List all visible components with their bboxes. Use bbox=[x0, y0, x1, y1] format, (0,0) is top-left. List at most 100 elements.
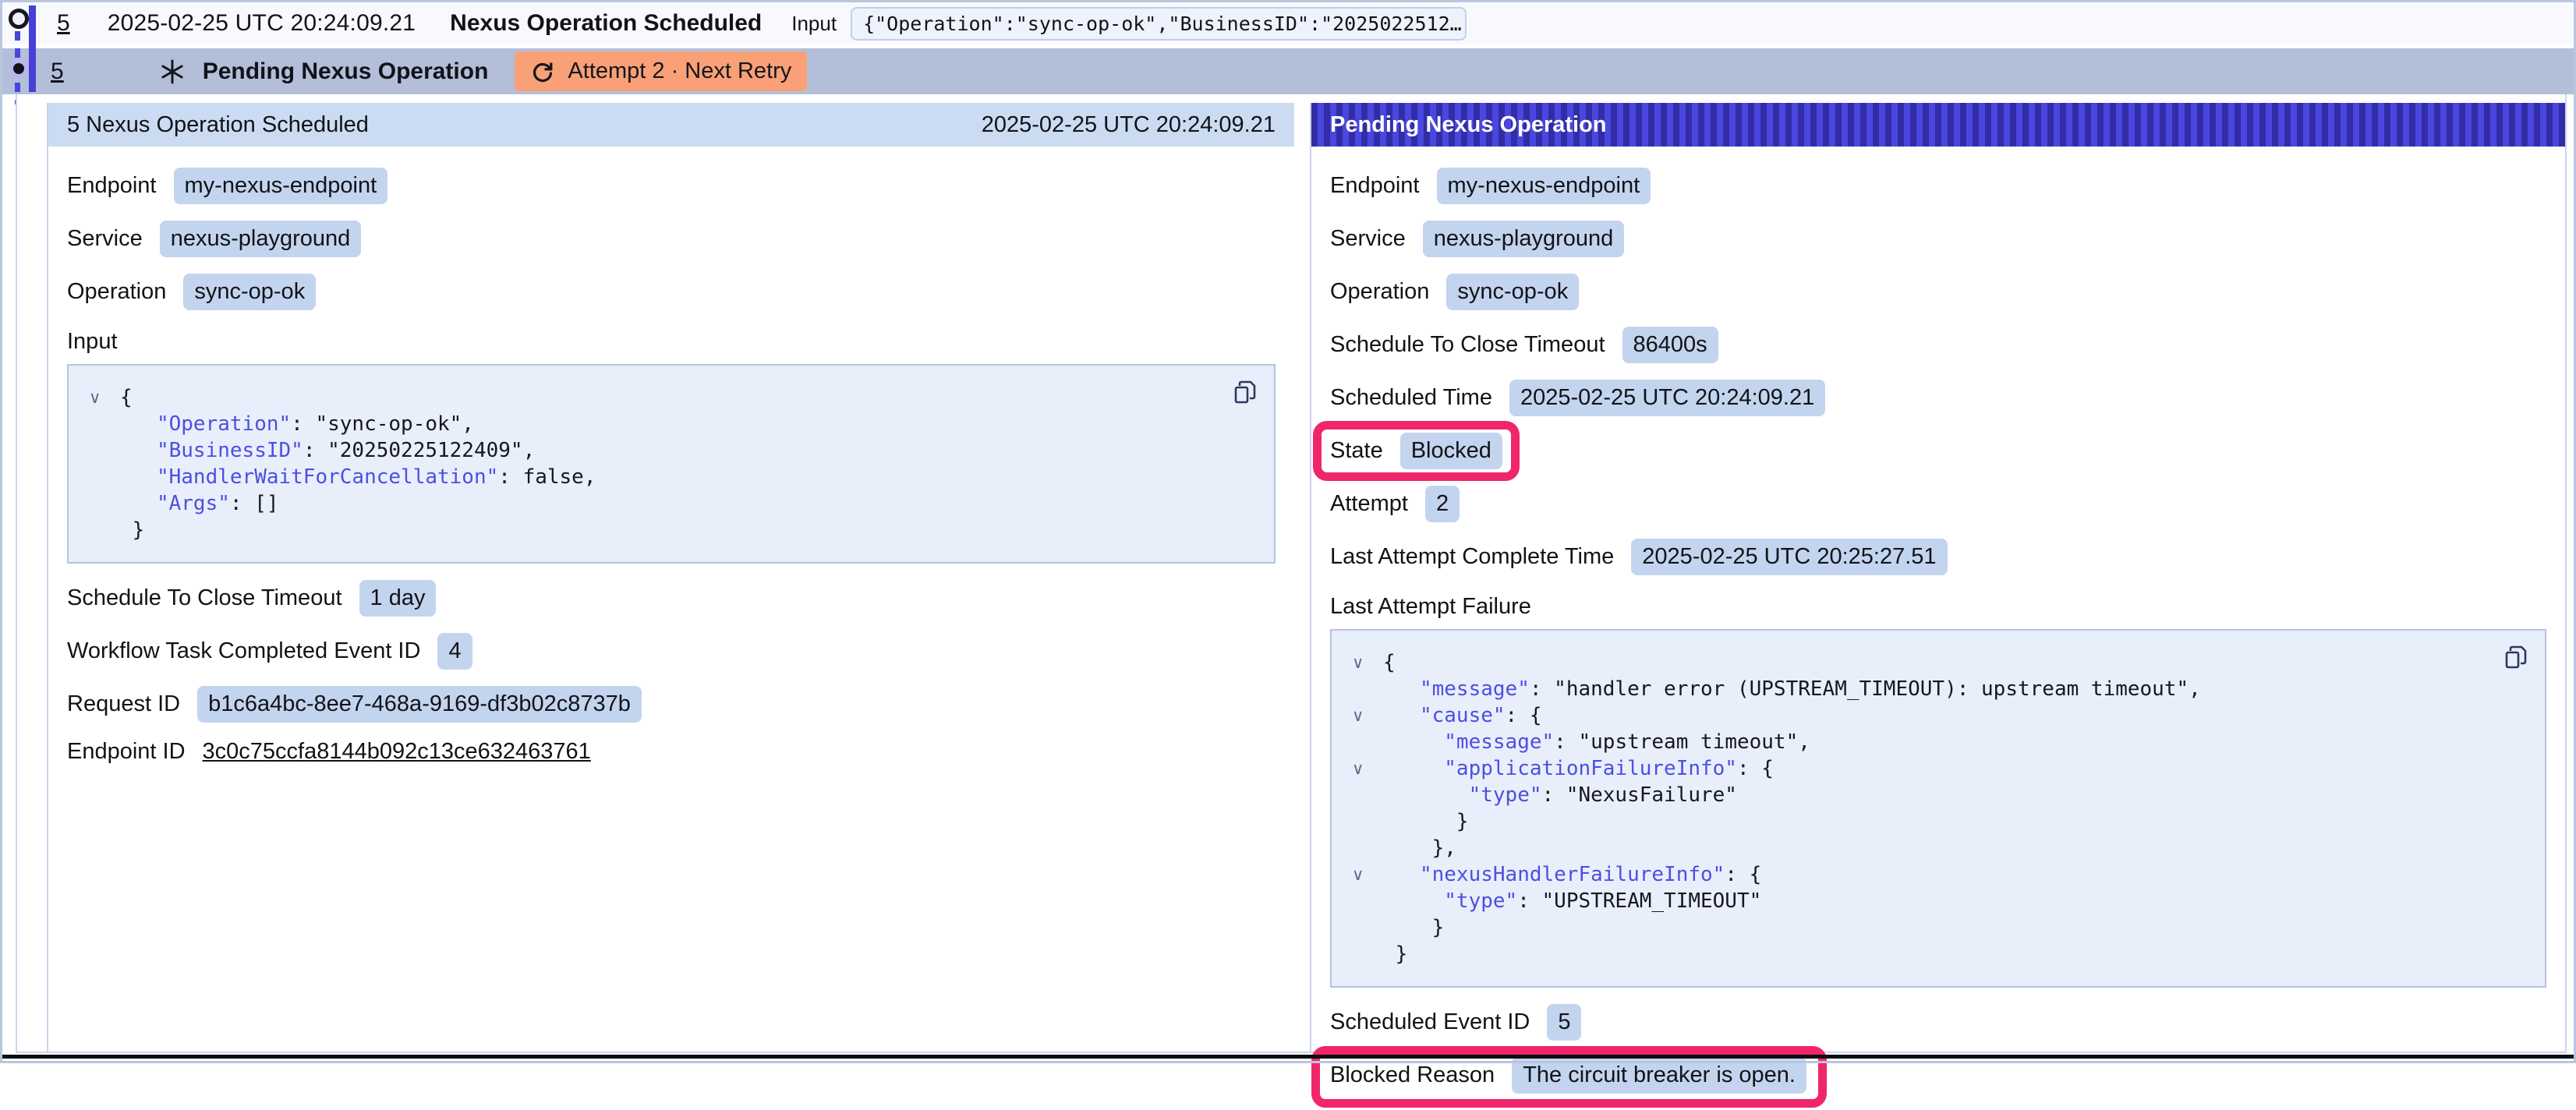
chevron-down-icon[interactable]: ∨ bbox=[1352, 708, 1364, 724]
field-value-badge: Blocked bbox=[1400, 433, 1502, 469]
field-label: Scheduled Event ID bbox=[1330, 1009, 1530, 1035]
json-code-line: "Operation": "sync-op-ok", bbox=[120, 411, 1252, 437]
json-key: "BusinessID" bbox=[157, 439, 303, 462]
field-label-last-attempt-failure: Last Attempt Failure bbox=[1330, 594, 2546, 620]
scheduled-panel-timestamp: 2025-02-25 UTC 20:24:09.21 bbox=[982, 112, 1276, 138]
json-key: "Operation" bbox=[157, 412, 291, 436]
field-row-scheduled-event-id: Scheduled Event ID 5 bbox=[1330, 1004, 1581, 1041]
field-row-schedule-to-close-timeout: Schedule To Close Timeout1 day bbox=[67, 580, 436, 617]
event-id-link[interactable]: 5 bbox=[57, 10, 70, 37]
chevron-down-icon[interactable]: ∨ bbox=[1352, 655, 1364, 671]
field-row-service: Servicenexus-playground bbox=[67, 221, 361, 257]
field-value-badge: The circuit breaker is open. bbox=[1512, 1057, 1806, 1094]
field-label: Endpoint bbox=[67, 173, 157, 199]
field-label: Endpoint bbox=[1330, 173, 1420, 199]
field-row-schedule-to-close-timeout: Schedule To Close Timeout86400s bbox=[1330, 327, 1718, 363]
field-value-badge: 5 bbox=[1547, 1004, 1581, 1041]
json-key: "type" bbox=[1469, 783, 1542, 807]
json-text: : [] bbox=[230, 492, 279, 515]
field-row-workflow-task-completed-event-id: Workflow Task Completed Event ID4 bbox=[67, 633, 472, 670]
json-code-line: "message": "handler error (UPSTREAM_TIME… bbox=[1383, 676, 2523, 702]
json-text: } bbox=[120, 518, 144, 542]
field-value-badge: nexus-playground bbox=[160, 221, 362, 257]
field-value-badge: 2025-02-25 UTC 20:25:27.51 bbox=[1631, 539, 1947, 575]
json-text: : "handler error (UPSTREAM_TIMEOUT): ups… bbox=[1530, 677, 2201, 701]
json-code-line: "message": "upstream timeout", bbox=[1383, 729, 2523, 755]
bottom-black-rule bbox=[0, 1055, 2576, 1059]
input-preview-pill: {"Operation":"sync-op-ok","BusinessID":"… bbox=[851, 7, 1467, 41]
scheduled-event-panel-header: 5 Nexus Operation Scheduled 2025-02-25 U… bbox=[48, 103, 1294, 147]
json-key: "message" bbox=[1420, 677, 1530, 701]
json-key: "HandlerWaitForCancellation" bbox=[157, 465, 498, 489]
json-text bbox=[120, 492, 157, 515]
chevron-down-icon[interactable]: ∨ bbox=[89, 390, 101, 406]
retry-icon bbox=[530, 59, 555, 84]
event-name: Nexus Operation Scheduled bbox=[450, 10, 762, 37]
json-text: : { bbox=[1725, 863, 1761, 886]
json-code-line: ∨{ bbox=[1383, 649, 2523, 676]
field-row-endpoint-id: Endpoint ID3c0c75ccfa8144b092c13ce632463… bbox=[67, 739, 591, 765]
json-code-line: "type": "NexusFailure" bbox=[1383, 782, 2523, 808]
attempt-retry-badge: Attempt 2 · Next Retry bbox=[515, 51, 807, 91]
field-value-badge: b1c6a4bc-8ee7-468a-9169-df3b02c8737b bbox=[197, 686, 642, 723]
scheduled-event-panel: 5 Nexus Operation Scheduled 2025-02-25 U… bbox=[47, 103, 1294, 1052]
pending-operation-title: Pending Nexus Operation bbox=[203, 58, 489, 85]
event-timestamp: 2025-02-25 UTC 20:24:09.21 bbox=[108, 10, 416, 37]
timeline-open-circle-icon bbox=[9, 9, 29, 29]
json-text: { bbox=[120, 386, 133, 409]
field-value-badge: 1 day bbox=[359, 580, 437, 617]
event-row-nexus-operation-scheduled[interactable]: 5 2025-02-25 UTC 20:24:09.21 Nexus Opera… bbox=[2, 2, 2574, 44]
json-text: : false, bbox=[498, 465, 596, 489]
json-key: "Args" bbox=[157, 492, 230, 515]
json-text: : { bbox=[1506, 704, 1542, 727]
pending-operation-panel: Pending Nexus Operation Endpointmy-nexus… bbox=[1310, 103, 2565, 1052]
json-code-line: } bbox=[1383, 914, 2523, 941]
json-code-block: ∨{ "message": "handler error (UPSTREAM_T… bbox=[1330, 629, 2546, 988]
field-value-badge: 2 bbox=[1425, 486, 1460, 522]
json-text: } bbox=[1383, 942, 1407, 966]
field-value-link[interactable]: 3c0c75ccfa8144b092c13ce632463761 bbox=[203, 739, 591, 765]
pending-operation-panel-header: Pending Nexus Operation bbox=[1311, 103, 2565, 147]
json-text: : "sync-op-ok", bbox=[291, 412, 474, 436]
field-label: Workflow Task Completed Event ID bbox=[67, 638, 420, 664]
json-text: } bbox=[1383, 810, 1469, 833]
json-code-line: "HandlerWaitForCancellation": false, bbox=[120, 464, 1252, 490]
asterisk-icon bbox=[159, 58, 186, 85]
chevron-down-icon[interactable]: ∨ bbox=[1352, 867, 1364, 883]
json-text bbox=[1383, 730, 1444, 754]
json-text: } bbox=[1383, 916, 1444, 939]
json-code-line: }, bbox=[1383, 835, 2523, 861]
json-text bbox=[1383, 704, 1420, 727]
json-text: : "NexusFailure" bbox=[1542, 783, 1737, 807]
scheduled-event-panel-body: Endpointmy-nexus-endpoint Servicenexus-pl… bbox=[48, 147, 1294, 781]
json-code-line: } bbox=[120, 517, 1252, 543]
field-label: Request ID bbox=[67, 691, 180, 717]
json-text bbox=[120, 465, 157, 489]
field-value-badge: nexus-playground bbox=[1423, 221, 1625, 257]
field-row-scheduled-time: Scheduled Time2025-02-25 UTC 20:24:09.21 bbox=[1330, 380, 1825, 416]
field-row-last-attempt-complete-time: Last Attempt Complete Time 2025-02-25 UTC… bbox=[1330, 539, 1948, 575]
field-label: Operation bbox=[67, 279, 166, 305]
json-text bbox=[120, 412, 157, 436]
field-row-operation: Operationsync-op-ok bbox=[67, 274, 316, 310]
pending-nexus-operation-row[interactable]: 5 Pending Nexus Operation Attempt 2 · Ne… bbox=[2, 48, 2574, 94]
field-label: State bbox=[1330, 438, 1383, 464]
field-value-badge: sync-op-ok bbox=[1446, 274, 1579, 310]
field-row-endpoint: Endpointmy-nexus-endpoint bbox=[1330, 168, 1651, 204]
chevron-down-icon[interactable]: ∨ bbox=[1352, 761, 1364, 777]
input-label: Input bbox=[791, 12, 837, 36]
json-code-line: ∨{ bbox=[120, 384, 1252, 411]
field-label: Last Attempt Complete Time bbox=[1330, 544, 1614, 570]
json-code-line: } bbox=[1383, 808, 2523, 835]
timeline-filled-circle-icon bbox=[9, 59, 28, 78]
json-text bbox=[120, 439, 157, 462]
json-text: : { bbox=[1737, 757, 1774, 780]
field-row-endpoint: Endpointmy-nexus-endpoint bbox=[67, 168, 387, 204]
json-code-block: ∨{ "Operation": "sync-op-ok", "BusinessI… bbox=[67, 364, 1276, 564]
event-detail-container: 5 Nexus Operation Scheduled 2025-02-25 U… bbox=[16, 94, 2567, 1053]
json-text: : "20250225122409", bbox=[303, 439, 535, 462]
pending-event-id-link[interactable]: 5 bbox=[51, 58, 64, 85]
pending-operation-panel-body: Endpointmy-nexus-endpointServicenexus-pl… bbox=[1311, 147, 2565, 1110]
scheduled-panel-title: 5 Nexus Operation Scheduled bbox=[67, 112, 369, 138]
json-key: "nexusHandlerFailureInfo" bbox=[1420, 863, 1725, 886]
